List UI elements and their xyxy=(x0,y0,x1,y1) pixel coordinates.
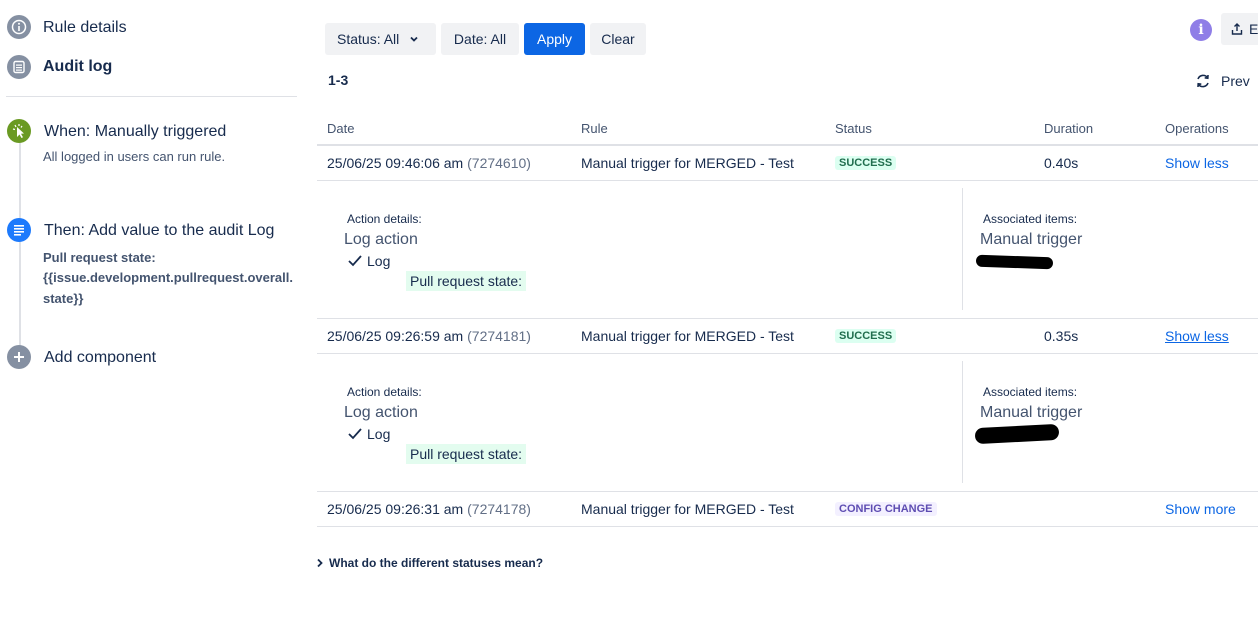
audit-log-icon xyxy=(7,55,31,79)
row-divider xyxy=(317,180,1258,181)
log-entry: Log xyxy=(347,253,390,269)
refresh-icon[interactable] xyxy=(1195,73,1211,89)
status-badge: SUCCESS xyxy=(835,329,897,343)
action-step-title[interactable]: Then: Add value to the audit Log xyxy=(44,222,274,240)
clear-button[interactable]: Clear xyxy=(590,23,646,55)
status-filter-label: Status: All xyxy=(337,31,400,47)
rule-details-link[interactable]: Rule details xyxy=(43,19,127,37)
row-date: 25/06/25 09:26:59 am (7274181) xyxy=(327,328,531,344)
export-button[interactable]: E xyxy=(1221,13,1258,45)
export-icon xyxy=(1231,23,1243,35)
redacted-item xyxy=(975,254,1054,270)
action-step-detail-value: {{issue.development.pullrequest.overall.… xyxy=(43,270,293,306)
action-details-label: Action details: xyxy=(347,212,422,226)
column-header-status: Status xyxy=(835,121,872,136)
plus-icon[interactable] xyxy=(7,345,31,369)
chevron-down-icon xyxy=(410,36,418,42)
row-date: 25/06/25 09:46:06 am (7274610) xyxy=(327,155,531,171)
details-separator xyxy=(962,361,963,483)
redacted-item xyxy=(974,423,1060,445)
row-divider xyxy=(317,353,1258,354)
action-icon xyxy=(7,218,31,242)
row-date-value: 25/06/25 09:26:31 am xyxy=(327,501,464,517)
log-message: Pull request state: xyxy=(406,444,527,464)
header-divider xyxy=(317,144,1258,146)
status-badge: CONFIG CHANGE xyxy=(835,502,937,516)
show-less-link[interactable]: Show less xyxy=(1165,155,1229,171)
date-filter-button[interactable]: Date: All xyxy=(441,23,519,55)
prev-page-button[interactable]: Prev xyxy=(1221,73,1250,89)
action-name: Log action xyxy=(344,404,418,421)
row-duration: 0.40s xyxy=(1044,155,1079,171)
row-execution-id: (7274181) xyxy=(467,328,531,344)
column-header-duration: Duration xyxy=(1044,121,1094,136)
row-divider xyxy=(317,491,1258,492)
info-icon-glyph: i xyxy=(1198,22,1204,38)
action-details-label: Action details: xyxy=(347,385,422,399)
row-rule: Manual trigger for MERGED - Test xyxy=(581,328,794,344)
add-component-button[interactable]: Add component xyxy=(44,349,156,367)
row-execution-id: (7274610) xyxy=(467,155,531,171)
row-rule: Manual trigger for MERGED - Test xyxy=(581,501,794,517)
row-date: 25/06/25 09:26:31 am (7274178) xyxy=(327,501,531,517)
associated-items-label: Associated items: xyxy=(983,385,1078,399)
column-header-operations: Operations xyxy=(1165,121,1229,136)
action-step-detail-label: Pull request state: xyxy=(43,250,156,265)
info-icon[interactable]: i xyxy=(1190,19,1212,41)
log-label: Log xyxy=(367,253,391,269)
row-divider xyxy=(317,526,1258,527)
sidebar-divider xyxy=(6,96,297,97)
associated-item: Manual trigger xyxy=(980,231,1083,248)
status-filter-button[interactable]: Status: All xyxy=(325,23,436,55)
apply-label: Apply xyxy=(536,31,573,47)
associated-items-label: Associated items: xyxy=(983,212,1078,226)
status-badge: SUCCESS xyxy=(835,156,897,170)
flow-line xyxy=(19,140,21,350)
log-message: Pull request state: xyxy=(406,271,527,291)
result-range: 1-3 xyxy=(328,72,349,88)
export-label: E xyxy=(1249,21,1258,37)
trigger-icon xyxy=(7,119,31,143)
chevron-right-icon xyxy=(317,558,323,568)
row-date-value: 25/06/25 09:26:59 am xyxy=(327,328,464,344)
row-rule: Manual trigger for MERGED - Test xyxy=(581,155,794,171)
row-divider xyxy=(317,318,1258,319)
show-more-link[interactable]: Show more xyxy=(1165,501,1236,517)
statuses-help-label: What do the different statuses mean? xyxy=(329,556,544,570)
log-entry: Log xyxy=(347,426,390,442)
row-date-value: 25/06/25 09:46:06 am xyxy=(327,155,464,171)
row-duration: 0.35s xyxy=(1044,328,1079,344)
action-name: Log action xyxy=(344,231,418,248)
row-execution-id: (7274178) xyxy=(467,501,531,517)
trigger-step-title[interactable]: When: Manually triggered xyxy=(44,123,226,141)
details-separator xyxy=(962,188,963,310)
checkmark-icon xyxy=(348,428,362,440)
associated-item: Manual trigger xyxy=(980,404,1083,421)
statuses-help-toggle[interactable]: What do the different statuses mean? xyxy=(316,556,543,570)
show-less-link[interactable]: Show less xyxy=(1165,328,1229,344)
column-header-date[interactable]: Date xyxy=(327,121,354,136)
date-filter-label: Date: All xyxy=(453,31,507,47)
rule-details-icon xyxy=(7,15,31,39)
column-header-rule: Rule xyxy=(581,121,608,136)
log-label: Log xyxy=(367,426,391,442)
trigger-step-description: All logged in users can run rule. xyxy=(43,149,226,164)
apply-button[interactable]: Apply xyxy=(524,23,585,55)
audit-log-link[interactable]: Audit log xyxy=(43,58,112,76)
checkmark-icon xyxy=(348,255,362,267)
clear-label: Clear xyxy=(601,31,635,47)
